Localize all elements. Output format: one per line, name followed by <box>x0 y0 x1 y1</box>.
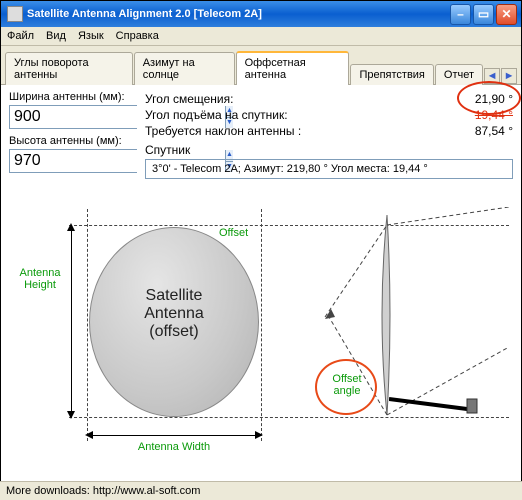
arrow-right-icon <box>255 431 263 439</box>
menu-view[interactable]: Вид <box>46 30 66 42</box>
window-controls: – ▭ ✕ <box>450 4 517 25</box>
dish-center-label: Satellite Antenna (offset) <box>109 287 239 341</box>
tab-scroll-left[interactable]: ◄ <box>484 68 500 84</box>
offset-label-diagram: Offset <box>219 227 248 239</box>
tab-sun-azimuth[interactable]: Азимут на солнце <box>134 52 235 85</box>
satellite-group: Спутник 3°0' - Telecom 2A; Азимут: 219,8… <box>145 143 513 179</box>
close-button[interactable]: ✕ <box>496 4 517 25</box>
menubar: Файл Вид Язык Справка <box>1 27 521 46</box>
content-area: Ширина антенны (мм): ▲ ▼ Высота антенны … <box>1 85 521 467</box>
width-spinner: ▲ ▼ <box>9 105 137 129</box>
dash-line <box>87 209 88 441</box>
width-label: Ширина антенны (мм): <box>9 91 137 103</box>
statusbar: More downloads: http://www.al-soft.com <box>0 481 522 500</box>
app-icon <box>7 6 23 22</box>
angles-panel: Угол смещения: 21,90 ° Угол подъёма на с… <box>145 91 513 179</box>
minimize-button[interactable]: – <box>450 4 471 25</box>
menu-help[interactable]: Справка <box>116 30 159 42</box>
elevation-label: Угол подъёма на спутник: <box>145 108 288 122</box>
antenna-height-label: Antenna Height <box>15 267 65 291</box>
tab-rotation-angles[interactable]: Углы поворота антенны <box>5 52 133 85</box>
center-line2: Antenna <box>109 305 239 323</box>
width-dimension <box>87 435 261 436</box>
menu-lang[interactable]: Язык <box>78 30 104 42</box>
offset-angle-value: 21,90 ° <box>475 92 513 106</box>
offset-angle-diagram-label: Offset angle <box>327 373 367 397</box>
lnb-arm-icon <box>389 387 484 417</box>
tilt-label: Требуется наклон антенны : <box>145 124 301 138</box>
tab-scroll-right[interactable]: ► <box>501 68 517 84</box>
center-line1: Satellite <box>109 287 239 305</box>
tab-offset-antenna[interactable]: Оффсетная антенна <box>236 51 350 85</box>
maximize-button[interactable]: ▭ <box>473 4 494 25</box>
satellite-value: 3°0' - Telecom 2A; Азимут: 219,80 ° Угол… <box>145 159 513 179</box>
center-line3: (offset) <box>109 323 239 341</box>
arrow-up-icon <box>67 223 75 231</box>
tilt-value: 87,54 ° <box>475 124 513 138</box>
antenna-width-label: Antenna Width <box>129 441 219 453</box>
height-dimension <box>71 225 72 417</box>
height-label: Высота антенны (мм): <box>9 135 137 147</box>
tab-obstacles[interactable]: Препятствия <box>350 64 433 85</box>
tab-report[interactable]: Отчет <box>435 64 483 85</box>
tab-scroll: ◄ ► <box>484 68 517 84</box>
titlebar: Satellite Antenna Alignment 2.0 [Telecom… <box>1 1 521 27</box>
dimension-inputs: Ширина антенны (мм): ▲ ▼ Высота антенны … <box>9 91 137 179</box>
status-text: More downloads: http://www.al-soft.com <box>6 485 200 497</box>
dash-line <box>261 209 262 441</box>
arrow-left-icon <box>85 431 93 439</box>
elevation-value: 19,44 ° <box>475 108 513 122</box>
menu-file[interactable]: Файл <box>7 30 34 42</box>
height-spinner: ▲ ▼ <box>9 149 137 173</box>
tabbar: Углы поворота антенны Азимут на солнце О… <box>1 46 521 85</box>
offset-angle-label: Угол смещения: <box>145 92 233 106</box>
antenna-diagram: Satellite Antenna (offset) Antenna Heigh… <box>9 187 513 467</box>
window-title: Satellite Antenna Alignment 2.0 [Telecom… <box>27 8 450 20</box>
arrow-down-icon <box>67 411 75 419</box>
satellite-label: Спутник <box>145 143 513 157</box>
